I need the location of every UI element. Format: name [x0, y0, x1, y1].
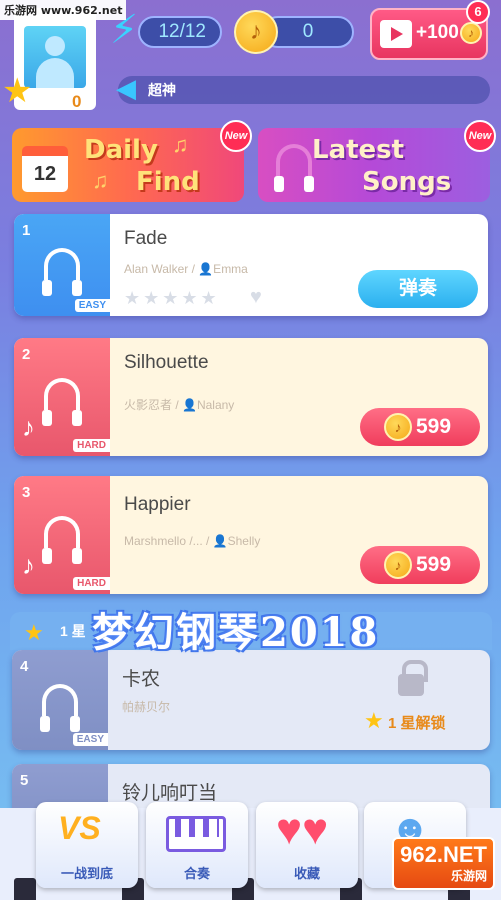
- song-number: 5: [20, 772, 29, 789]
- rating-stars-icon: ★★★★★: [124, 288, 220, 308]
- song-artist: 火影忍者 / 👤Nalany: [124, 398, 235, 412]
- nav-label: 一战到底: [60, 866, 113, 881]
- watermark-main-text: 962.NET: [400, 842, 487, 867]
- music-note-icon: ♫: [92, 168, 109, 193]
- daily-find-title-line1: Daily: [84, 135, 158, 165]
- star-icon: ★: [24, 620, 44, 645]
- buy-button[interactable]: ♪ 599: [360, 408, 480, 446]
- coin-icon: ♪: [384, 413, 412, 441]
- calendar-icon: 12: [22, 146, 68, 192]
- headphone-icon: [42, 248, 82, 296]
- song-thumbnail: 1 EASY: [14, 214, 110, 316]
- nav-tab-ensemble[interactable]: 合奏: [146, 802, 248, 888]
- difficulty-tag: EASY: [74, 299, 110, 312]
- difficulty-tag: HARD: [73, 439, 110, 452]
- song-title: 铃儿响叮当: [122, 783, 218, 804]
- avatar-icon: [24, 26, 86, 88]
- hearts-icon: ♥♥: [276, 805, 329, 854]
- player-level: 0: [72, 92, 82, 110]
- video-reward-label: +100: [416, 22, 459, 43]
- rank-bar: 超神: [118, 76, 490, 104]
- headphone-icon: [42, 378, 82, 426]
- app-logo-text: 梦幻钢琴2018: [92, 609, 380, 656]
- song-artist: 帕赫贝尔: [122, 700, 171, 714]
- difficulty-tag: EASY: [72, 733, 108, 746]
- coin-icon: ♪: [384, 551, 412, 579]
- nav-tab-battle[interactable]: VS 一战到底: [36, 802, 138, 888]
- headphone-icon: [40, 684, 80, 732]
- buy-button[interactable]: ♪ 599: [360, 546, 480, 584]
- lock-icon: [398, 660, 428, 696]
- headphone-icon: [274, 144, 314, 192]
- music-note-icon: ♫: [172, 132, 189, 157]
- star-icon: ★: [364, 708, 384, 733]
- nav-label: 收藏: [293, 866, 320, 881]
- nav-tab-favorites[interactable]: ♥♥ 收藏: [256, 802, 358, 888]
- video-icon: [380, 20, 412, 48]
- song-title: Fade: [124, 228, 168, 249]
- watermark-logo: 962.NET 乐游网: [392, 837, 495, 890]
- new-badge: New: [464, 120, 496, 152]
- song-title: 卡农: [122, 669, 161, 690]
- song-card[interactable]: 2 ♪ HARD Silhouette 火影忍者 / 👤Nalany ♪ 599: [14, 338, 488, 456]
- watermark-top: 乐游网 www.962.net: [0, 0, 127, 20]
- piano-keys-icon: [166, 816, 226, 852]
- song-thumbnail: 3 ♪ HARD: [14, 476, 110, 594]
- song-number: 4: [20, 658, 29, 675]
- latest-songs-button[interactable]: Latest Songs: [258, 128, 490, 202]
- watermark-sub-text: 乐游网: [450, 869, 487, 883]
- coin-icon: ♪: [460, 22, 482, 44]
- section-label: 1 星: [60, 623, 86, 639]
- play-button[interactable]: 弹奏: [358, 270, 478, 308]
- speaker-icon: ◀: [116, 73, 136, 103]
- price-label: 599: [416, 553, 452, 576]
- song-thumbnail: 4 EASY: [12, 650, 108, 750]
- song-artist: Marshmello /... / 👤Shelly: [124, 534, 261, 548]
- song-card[interactable]: 3 ♪ HARD Happier Marshmello /... / 👤Shel…: [14, 476, 488, 594]
- song-number: 2: [22, 346, 31, 363]
- price-label: 599: [416, 415, 452, 438]
- energy-counter: 12/12: [138, 16, 222, 48]
- new-badge: New: [220, 120, 252, 152]
- nav-label: 合奏: [183, 866, 210, 881]
- music-note-icon: ♪: [22, 412, 35, 442]
- difficulty-tag: HARD: [73, 577, 110, 590]
- coin-icon: ♪: [234, 10, 278, 54]
- song-thumbnail: 2 ♪ HARD: [14, 338, 110, 456]
- song-number: 1: [22, 222, 31, 239]
- vs-icon: VS: [58, 810, 101, 846]
- song-card-locked[interactable]: 4 EASY 卡农 帕赫贝尔 ★ 1 星解锁: [12, 650, 490, 750]
- song-artist: Alan Walker / 👤Emma: [124, 262, 248, 276]
- video-count-badge: 6: [466, 0, 490, 24]
- latest-songs-title-line1: Latest: [312, 135, 405, 165]
- latest-songs-title-line2: Songs: [362, 167, 452, 197]
- song-number: 3: [22, 484, 31, 501]
- daily-find-button[interactable]: 12 Daily Find ♫ ♫: [12, 128, 244, 202]
- song-card[interactable]: 1 EASY Fade Alan Walker / 👤Emma ★★★★★ ♥ …: [14, 214, 488, 316]
- star-icon: ★: [2, 72, 33, 110]
- music-note-icon: ♪: [22, 550, 35, 580]
- song-title: Silhouette: [124, 352, 209, 373]
- song-title: Happier: [124, 494, 191, 515]
- headphone-icon: [42, 516, 82, 564]
- unlock-requirement: 1 星解锁: [388, 715, 446, 732]
- daily-find-title-line2: Find: [136, 167, 200, 197]
- favorite-heart-icon[interactable]: ♥: [250, 286, 262, 309]
